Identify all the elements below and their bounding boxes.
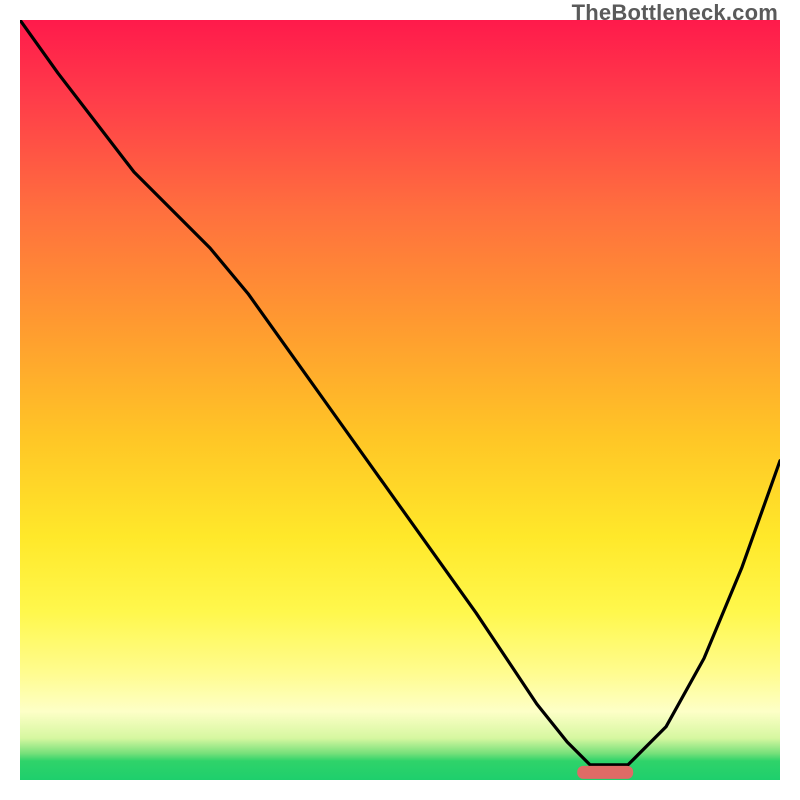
bottleneck-curve-path bbox=[20, 20, 780, 765]
optimal-marker bbox=[577, 766, 633, 779]
chart-overlay bbox=[20, 20, 780, 780]
plot-area bbox=[20, 20, 780, 780]
chart-canvas: TheBottleneck.com bbox=[0, 0, 800, 800]
